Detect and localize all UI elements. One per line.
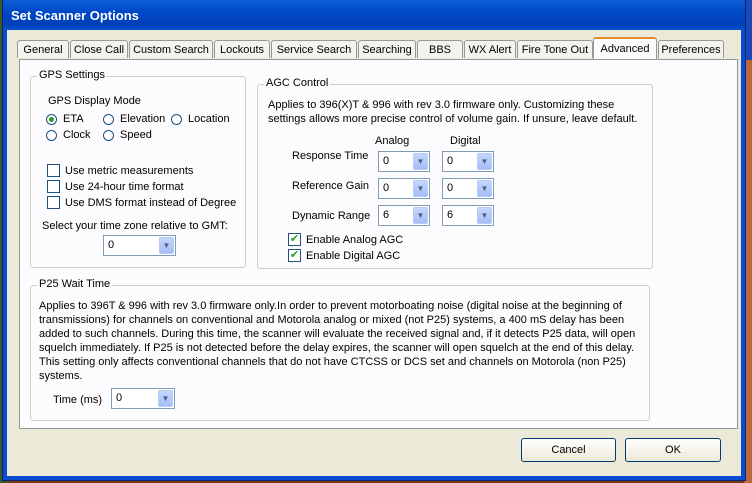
select-value: 0 bbox=[447, 155, 454, 167]
select-value: 0 bbox=[383, 155, 390, 167]
enable-analog-agc-label: Enable Analog AGC bbox=[306, 234, 404, 246]
tab-bbs[interactable]: BBS bbox=[417, 40, 463, 58]
radio-speed-label: Speed bbox=[120, 129, 152, 141]
tab-fire-tone-out[interactable]: Fire Tone Out bbox=[517, 40, 593, 58]
tab-label: Advanced bbox=[600, 43, 650, 55]
agc-control-group: AGC Control Applies to 396(X)T & 996 wit… bbox=[257, 77, 653, 269]
reference-gain-analog-select[interactable]: 0 ▼ bbox=[378, 178, 430, 199]
agc-row-label: Response Time bbox=[292, 150, 369, 162]
dynamic-range-analog-select[interactable]: 6 ▼ bbox=[378, 205, 430, 226]
radio-speed[interactable] bbox=[103, 130, 114, 141]
tab-label: General bbox=[23, 43, 63, 56]
radio-eta-label: ETA bbox=[63, 113, 84, 125]
checkbox-dms-label: Use DMS format instead of Degree bbox=[65, 197, 237, 209]
radio-clock[interactable] bbox=[46, 130, 57, 141]
radio-location-label: Location bbox=[188, 113, 230, 125]
window-frame-right bbox=[741, 30, 745, 480]
tab-service-search[interactable]: Service Search bbox=[271, 40, 357, 58]
timezone-value: 0 bbox=[108, 239, 115, 251]
p25-wait-time-group: P25 Wait Time Applies to 396T & 996 with… bbox=[30, 278, 650, 421]
gps-settings-group: GPS Settings GPS Display Mode ETA Elevat… bbox=[30, 69, 246, 268]
tab-custom-search[interactable]: Custom Search bbox=[129, 40, 213, 58]
chevron-down-icon[interactable]: ▼ bbox=[159, 237, 174, 254]
tab-advanced[interactable]: Advanced bbox=[593, 37, 657, 59]
p25-time-select[interactable]: 0 ▼ bbox=[111, 388, 175, 409]
p25-time-label: Time (ms) bbox=[53, 394, 103, 406]
chevron-down-icon[interactable]: ▼ bbox=[477, 153, 492, 170]
response-time-digital-select[interactable]: 0 ▼ bbox=[442, 151, 494, 172]
tab-label: Close Call bbox=[73, 43, 125, 56]
window-frame-bottom bbox=[3, 476, 745, 480]
agc-description: Applies to 396(X)T & 996 with rev 3.0 fi… bbox=[268, 99, 638, 125]
chevron-down-icon[interactable]: ▼ bbox=[413, 180, 428, 197]
agc-row-label: Reference Gain bbox=[292, 180, 370, 192]
dialog-window: Set Scanner Options General Close Call C… bbox=[2, 0, 746, 481]
radio-eta[interactable] bbox=[46, 114, 57, 125]
advanced-tab-panel: GPS Settings GPS Display Mode ETA Elevat… bbox=[19, 59, 738, 429]
checkbox-enable-analog-agc[interactable]: ✔ bbox=[288, 233, 301, 246]
tab-general[interactable]: General bbox=[17, 40, 69, 58]
radio-location[interactable] bbox=[171, 114, 182, 125]
select-value: 6 bbox=[383, 209, 390, 221]
select-value: 6 bbox=[447, 209, 454, 221]
ok-button-label: OK bbox=[665, 444, 681, 456]
dynamic-range-digital-select[interactable]: 6 ▼ bbox=[442, 205, 494, 226]
tab-label: Lockouts bbox=[219, 43, 265, 56]
chevron-down-icon[interactable]: ▼ bbox=[158, 390, 173, 407]
checkbox-dms[interactable] bbox=[47, 196, 60, 209]
gps-display-mode-label: GPS Display Mode bbox=[48, 95, 141, 107]
title-bar[interactable]: Set Scanner Options bbox=[3, 0, 745, 30]
tab-preferences[interactable]: Preferences bbox=[658, 40, 724, 58]
tab-close-call[interactable]: Close Call bbox=[70, 40, 128, 58]
reference-gain-digital-select[interactable]: 0 ▼ bbox=[442, 178, 494, 199]
radio-clock-label: Clock bbox=[63, 129, 91, 141]
cancel-button[interactable]: Cancel bbox=[521, 438, 616, 462]
tab-label: Custom Search bbox=[133, 43, 209, 56]
tab-label: Service Search bbox=[276, 43, 352, 56]
checkbox-metric[interactable] bbox=[47, 164, 60, 177]
checkbox-24hour-label: Use 24-hour time format bbox=[65, 181, 184, 193]
radio-elevation-label: Elevation bbox=[120, 113, 166, 125]
timezone-select[interactable]: 0 ▼ bbox=[103, 235, 176, 256]
enable-digital-agc-label: Enable Digital AGC bbox=[306, 250, 401, 262]
checkbox-enable-digital-agc[interactable]: ✔ bbox=[288, 249, 301, 262]
agc-column-analog: Analog bbox=[375, 135, 410, 147]
window-title: Set Scanner Options bbox=[11, 7, 139, 23]
agc-control-legend: AGC Control bbox=[264, 77, 331, 89]
window-frame-left bbox=[3, 30, 7, 480]
select-value: 0 bbox=[383, 182, 390, 194]
select-value: 0 bbox=[447, 182, 454, 194]
tab-label: WX Alert bbox=[468, 43, 512, 56]
radio-elevation[interactable] bbox=[103, 114, 114, 125]
timezone-label: Select your time zone relative to GMT: bbox=[42, 220, 228, 232]
agc-row-label: Dynamic Range bbox=[292, 210, 371, 222]
response-time-analog-select[interactable]: 0 ▼ bbox=[378, 151, 430, 172]
p25-description: Applies to 396T & 996 with rev 3.0 firmw… bbox=[39, 300, 636, 382]
tab-searching[interactable]: Searching bbox=[358, 40, 416, 58]
ok-button[interactable]: OK bbox=[625, 438, 721, 462]
p25-wait-time-legend: P25 Wait Time bbox=[37, 278, 113, 290]
tab-wx-alert[interactable]: WX Alert bbox=[464, 40, 516, 58]
cancel-button-label: Cancel bbox=[551, 444, 586, 456]
chevron-down-icon[interactable]: ▼ bbox=[413, 207, 428, 224]
tab-lockouts[interactable]: Lockouts bbox=[214, 40, 270, 58]
chevron-down-icon[interactable]: ▼ bbox=[413, 153, 428, 170]
agc-column-digital: Digital bbox=[450, 135, 481, 147]
chevron-down-icon[interactable]: ▼ bbox=[477, 180, 492, 197]
tab-label: Fire Tone Out bbox=[521, 43, 589, 56]
tab-label: Searching bbox=[362, 43, 412, 56]
tab-label: BBS bbox=[428, 43, 451, 56]
gps-settings-legend: GPS Settings bbox=[37, 69, 108, 81]
tab-label: Preferences bbox=[661, 43, 721, 56]
checkbox-metric-label: Use metric measurements bbox=[65, 165, 194, 177]
checkbox-24hour[interactable] bbox=[47, 180, 60, 193]
p25-time-value: 0 bbox=[116, 392, 123, 404]
chevron-down-icon[interactable]: ▼ bbox=[477, 207, 492, 224]
